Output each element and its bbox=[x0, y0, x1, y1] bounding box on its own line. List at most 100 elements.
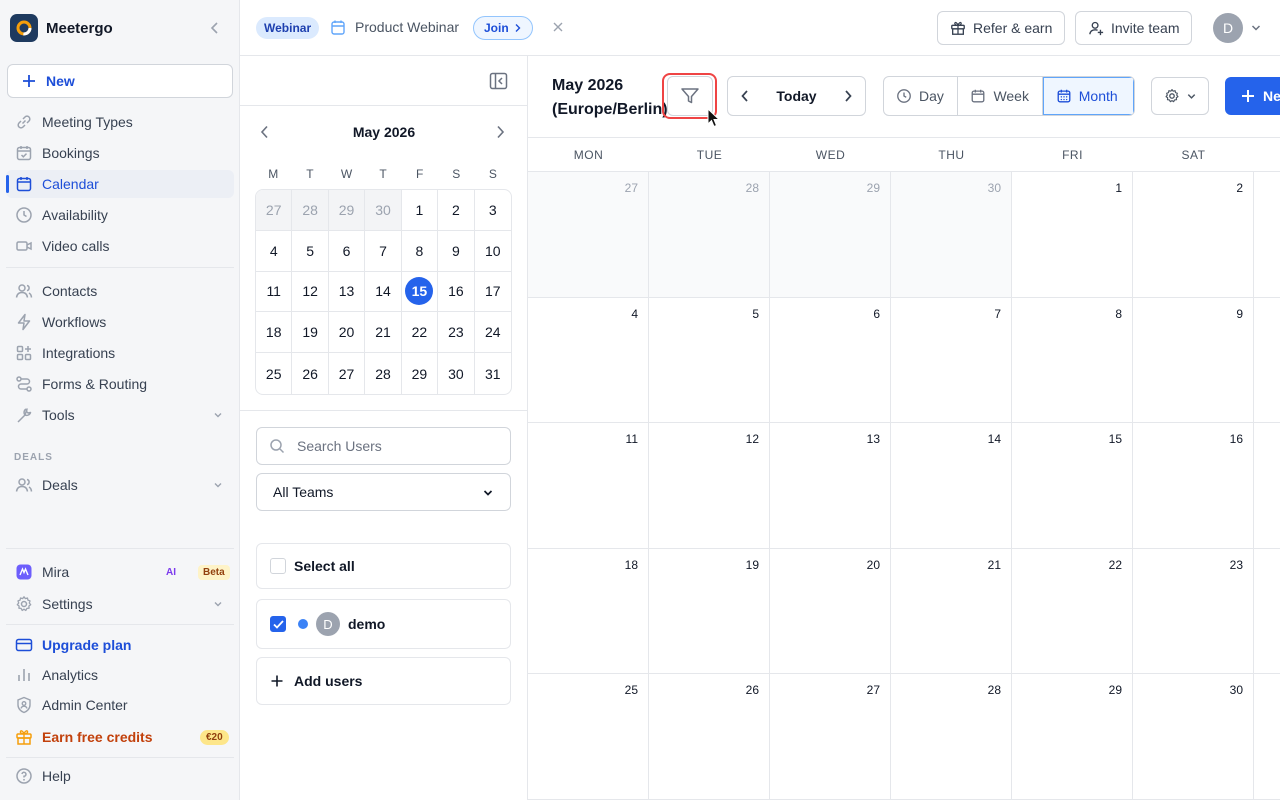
select-all-row[interactable]: Select all bbox=[256, 543, 511, 589]
chevron-left-icon[interactable] bbox=[728, 77, 762, 115]
day-cell[interactable]: 27 bbox=[770, 674, 891, 800]
sidebar-item-forms-routing[interactable]: Forms & Routing bbox=[6, 370, 234, 398]
mini-day[interactable]: 23 bbox=[438, 312, 475, 354]
sidebar-item-mira[interactable]: Mira AI Beta bbox=[6, 558, 234, 586]
day-cell[interactable]: 17 bbox=[1254, 423, 1280, 549]
chevron-down-icon[interactable] bbox=[1250, 22, 1262, 34]
sidebar-item-contacts[interactable]: Contacts bbox=[6, 277, 234, 305]
day-cell[interactable]: 13 bbox=[770, 423, 891, 549]
mini-day[interactable]: 10 bbox=[474, 231, 511, 272]
mini-day[interactable]: 2 bbox=[438, 190, 475, 231]
day-cell[interactable]: 19 bbox=[649, 549, 770, 674]
day-cell[interactable]: 9 bbox=[1133, 298, 1254, 423]
day-cell[interactable]: 11 bbox=[528, 423, 649, 549]
day-cell[interactable]: 6 bbox=[770, 298, 891, 423]
panel-collapse-icon[interactable] bbox=[489, 72, 509, 90]
mini-day[interactable]: 24 bbox=[474, 312, 511, 354]
day-cell[interactable]: 22 bbox=[1012, 549, 1133, 674]
refer-earn-button[interactable]: Refer & earn bbox=[937, 11, 1066, 45]
day-cell[interactable]: 31 bbox=[1254, 674, 1280, 800]
sidebar-item-analytics[interactable]: Analytics bbox=[6, 661, 234, 689]
sidebar-item-upgrade-plan[interactable]: Upgrade plan bbox=[6, 631, 234, 659]
day-cell[interactable]: 10 bbox=[1254, 298, 1280, 423]
join-button[interactable]: Join bbox=[473, 16, 533, 40]
view-month-button[interactable]: Month bbox=[1042, 77, 1134, 115]
mini-day[interactable]: 27 bbox=[256, 190, 293, 231]
today-button[interactable]: Today bbox=[762, 88, 831, 104]
day-cell[interactable]: 5 bbox=[649, 298, 770, 423]
mini-day[interactable]: 22 bbox=[401, 312, 439, 354]
day-cell[interactable]: 25 bbox=[528, 674, 649, 800]
mini-day[interactable]: 16 bbox=[438, 271, 475, 313]
view-week-button[interactable]: Week bbox=[958, 77, 1043, 115]
mini-day[interactable]: 17 bbox=[474, 272, 511, 313]
view-day-button[interactable]: Day bbox=[884, 77, 959, 115]
sidebar-item-video-calls[interactable]: Video calls bbox=[6, 232, 234, 260]
mini-day[interactable]: 3 bbox=[474, 190, 511, 231]
teams-select[interactable]: All Teams bbox=[256, 473, 511, 511]
new-event-button[interactable]: New bbox=[1225, 77, 1280, 115]
mini-day[interactable]: 26 bbox=[292, 353, 329, 394]
day-cell[interactable]: 24 bbox=[1254, 549, 1280, 674]
day-cell[interactable]: 14 bbox=[891, 423, 1012, 549]
sidebar-item-deals[interactable]: Deals bbox=[6, 471, 234, 499]
sidebar-item-integrations[interactable]: Integrations bbox=[6, 339, 234, 367]
day-cell[interactable]: 4 bbox=[528, 298, 649, 423]
user-checkbox[interactable] bbox=[270, 616, 286, 632]
collapse-sidebar-icon[interactable] bbox=[206, 19, 224, 37]
day-cell[interactable]: 15 bbox=[1012, 423, 1133, 549]
sidebar-item-tools[interactable]: Tools bbox=[6, 401, 234, 429]
mini-day[interactable]: 6 bbox=[328, 230, 366, 272]
day-cell[interactable]: 29 bbox=[1012, 674, 1133, 800]
day-cell[interactable]: 28 bbox=[891, 674, 1012, 800]
day-cell[interactable]: 27 bbox=[528, 172, 649, 298]
mini-day[interactable]: 7 bbox=[365, 230, 402, 272]
brand[interactable]: Meetergo bbox=[10, 13, 113, 43]
mini-day[interactable]: 25 bbox=[256, 353, 293, 394]
search-users-input[interactable] bbox=[297, 438, 497, 454]
mini-day[interactable]: 28 bbox=[365, 353, 402, 394]
day-cell[interactable]: 29 bbox=[770, 172, 891, 298]
day-cell[interactable]: 30 bbox=[891, 172, 1012, 298]
mini-day[interactable]: 9 bbox=[438, 230, 475, 272]
sidebar-item-settings[interactable]: Settings bbox=[6, 590, 234, 618]
mini-day[interactable]: 5 bbox=[292, 230, 329, 272]
add-users-button[interactable]: Add users bbox=[256, 657, 511, 705]
sidebar-item-admin-center[interactable]: Admin Center bbox=[6, 691, 234, 719]
user-row-demo[interactable]: D demo bbox=[256, 599, 511, 649]
day-cell[interactable]: 20 bbox=[770, 549, 891, 674]
mini-day[interactable]: 18 bbox=[256, 312, 293, 354]
mini-day[interactable]: 31 bbox=[475, 353, 511, 394]
day-cell[interactable]: 1 bbox=[1012, 172, 1133, 298]
calendar-settings-button[interactable] bbox=[1151, 77, 1209, 115]
user-avatar[interactable]: D bbox=[1213, 13, 1243, 43]
invite-team-button[interactable]: Invite team bbox=[1075, 11, 1193, 45]
sidebar-item-calendar[interactable]: Calendar bbox=[6, 170, 234, 198]
day-cell[interactable]: 12 bbox=[649, 423, 770, 549]
mini-calendar-next-icon[interactable] bbox=[493, 124, 507, 140]
day-cell[interactable]: 16 bbox=[1133, 423, 1254, 549]
close-icon[interactable] bbox=[551, 20, 565, 34]
mini-day-today[interactable]: 15 bbox=[401, 271, 439, 313]
mini-day[interactable]: 14 bbox=[365, 271, 402, 313]
mini-day[interactable]: 12 bbox=[292, 271, 329, 313]
mini-day[interactable]: 29 bbox=[402, 353, 439, 394]
chevron-right-icon[interactable] bbox=[831, 77, 865, 115]
mini-day[interactable]: 27 bbox=[329, 353, 366, 394]
mini-day[interactable]: 21 bbox=[365, 312, 402, 354]
mini-day[interactable]: 13 bbox=[328, 271, 366, 313]
mini-day[interactable]: 30 bbox=[438, 353, 475, 394]
mini-day[interactable]: 28 bbox=[292, 190, 329, 231]
mini-day[interactable]: 1 bbox=[401, 190, 439, 231]
search-users-field[interactable] bbox=[256, 427, 511, 465]
day-cell[interactable]: 21 bbox=[891, 549, 1012, 674]
mini-day[interactable]: 8 bbox=[401, 230, 439, 272]
mini-day[interactable]: 4 bbox=[256, 230, 293, 272]
mini-day[interactable]: 29 bbox=[328, 190, 366, 231]
day-cell[interactable]: 2 bbox=[1133, 172, 1254, 298]
sidebar-item-earn-credits[interactable]: Earn free credits €20 bbox=[6, 723, 234, 751]
new-button[interactable]: New bbox=[7, 64, 233, 98]
select-all-checkbox[interactable] bbox=[270, 558, 286, 574]
sidebar-item-meeting-types[interactable]: Meeting Types bbox=[6, 108, 234, 136]
mini-day[interactable]: 20 bbox=[328, 312, 366, 354]
